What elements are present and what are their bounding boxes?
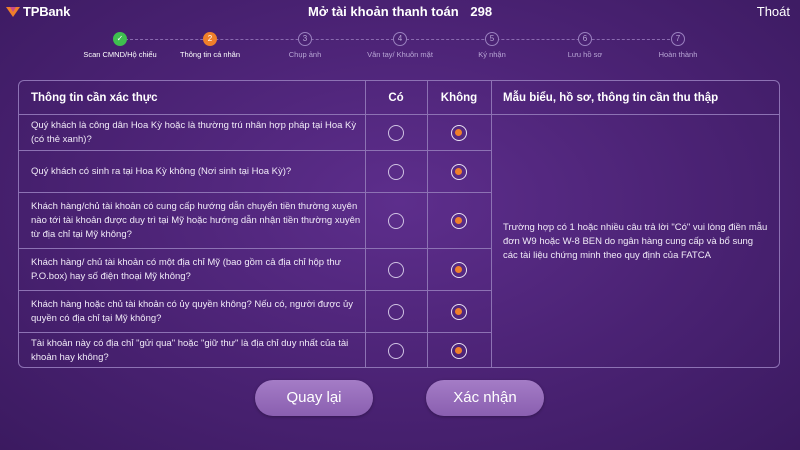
radio-no[interactable] [451, 262, 467, 278]
step-number: 7 [671, 32, 685, 46]
question-text: Quý khách có sinh ra tại Hoa Kỳ không (N… [31, 165, 292, 177]
table-row: Khách hàng hoặc chủ tài khoản có ủy quyề… [19, 291, 491, 333]
radio-yes[interactable] [388, 262, 404, 278]
step-4: 4 Vân tay/ Khuôn mặt [350, 32, 450, 59]
header-question: Thông tin cần xác thực [31, 92, 158, 104]
table-header: Thông tin cần xác thực Có Không Mẫu biểu… [19, 81, 779, 115]
step-number: 5 [485, 32, 499, 46]
question-text: Tài khoản này có địa chỉ "gửi qua" hoặc … [31, 338, 349, 363]
header-yes: Có [388, 92, 404, 104]
question-text: Quý khách là công dân Hoa Kỳ hoặc là thư… [31, 119, 357, 145]
radio-no[interactable] [451, 304, 467, 320]
radio-yes[interactable] [388, 213, 404, 229]
step-1: ✓ Scan CMND/Hộ chiếu [70, 32, 170, 59]
table-row: Khách hàng/chủ tài khoản có cung cấp hướ… [19, 193, 491, 249]
top-bar: TPBank Mở tài khoản thanh toán 298 Thoát [0, 0, 800, 26]
step-number: 2 [203, 32, 217, 46]
radio-no[interactable] [451, 213, 467, 229]
fatca-note: Trường hợp có 1 hoặc nhiều câu trả lời "… [503, 222, 768, 261]
step-check-icon: ✓ [113, 32, 127, 46]
header-no: Không [440, 92, 478, 104]
step-2: 2 Thông tin cá nhân [160, 32, 260, 59]
step-number: 3 [298, 32, 312, 46]
step-label: Thông tin cá nhân [179, 50, 241, 59]
progress-stepper: ✓ Scan CMND/Hộ chiếu 2 Thông tin cá nhân 3 Ch… [60, 32, 740, 68]
step-number: 4 [393, 32, 407, 46]
step-label: Chụp ảnh [288, 50, 322, 59]
step-label: Scan CMND/Hộ chiếu [83, 50, 157, 59]
page-title: Mở tài khoản thanh toán 298 [0, 4, 800, 19]
step-3: 3 Chụp ảnh [255, 32, 355, 59]
radio-no[interactable] [451, 164, 467, 180]
fatca-table: Thông tin cần xác thực Có Không Mẫu biểu… [18, 80, 780, 368]
table-row: Khách hàng/ chủ tài khoản có một địa chỉ… [19, 249, 491, 291]
page-title-text: Mở tài khoản thanh toán [307, 4, 459, 19]
step-label: Lưu hồ sơ [567, 50, 603, 59]
radio-yes[interactable] [388, 343, 404, 359]
step-label: Vân tay/ Khuôn mặt [367, 50, 433, 59]
question-text: Khách hàng hoặc chủ tài khoản có ủy quyề… [31, 298, 353, 324]
step-label: Ký nhận [478, 50, 506, 59]
question-text: Khách hàng/ chủ tài khoản có một địa chỉ… [31, 256, 342, 282]
table-row: Quý khách là công dân Hoa Kỳ hoặc là thư… [19, 115, 491, 151]
radio-no[interactable] [451, 343, 467, 359]
table-row: Quý khách có sinh ra tại Hoa Kỳ không (N… [19, 151, 491, 193]
header-note: Mẫu biểu, hồ sơ, thông tin cần thu thập [503, 92, 719, 104]
step-7: 7 Hoàn thành [628, 32, 728, 59]
back-button[interactable]: Quay lại [255, 380, 373, 416]
radio-no[interactable] [451, 125, 467, 141]
step-5: 5 Ký nhận [442, 32, 542, 59]
step-number: 6 [578, 32, 592, 46]
radio-yes[interactable] [388, 125, 404, 141]
divider [491, 81, 492, 367]
step-label: Hoàn thành [658, 50, 698, 59]
counter-number: 298 [470, 4, 493, 19]
step-6: 6 Lưu hồ sơ [535, 32, 635, 59]
exit-button[interactable]: Thoát [757, 4, 790, 19]
table-row: Tài khoản này có địa chỉ "gửi qua" hoặc … [19, 333, 491, 367]
radio-yes[interactable] [388, 164, 404, 180]
confirm-button[interactable]: Xác nhận [426, 380, 544, 416]
question-text: Khách hàng/chủ tài khoản có cung cấp hướ… [31, 200, 361, 240]
radio-yes[interactable] [388, 304, 404, 320]
